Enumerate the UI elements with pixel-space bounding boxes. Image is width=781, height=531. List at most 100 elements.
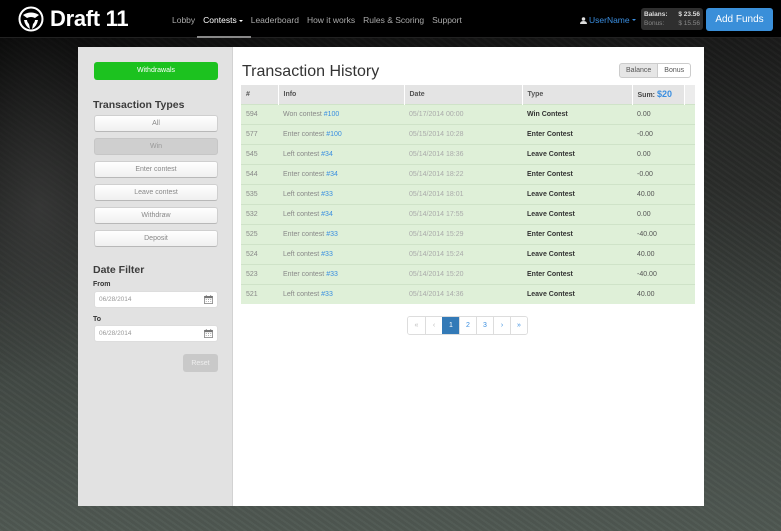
type-all-button[interactable]: All: [94, 115, 218, 132]
row-id: 523: [241, 263, 278, 284]
next-page-button[interactable]: ›: [493, 317, 510, 334]
top-navbar: Draft 11 Lobby Contests Leaderboard How …: [0, 0, 781, 38]
column-header-date[interactable]: Date: [404, 85, 523, 104]
brand-logo[interactable]: Draft 11: [18, 6, 129, 32]
sum-label: Sum:: [637, 92, 656, 100]
contest-link[interactable]: #33: [321, 191, 333, 198]
row-id: 535: [241, 183, 278, 204]
table-row: 523 Enter contest #33 05/14/2014 15:20 Ente…: [241, 263, 695, 284]
type-leave-contest-button[interactable]: Leave contest: [94, 184, 218, 201]
user-menu[interactable]: UserName: [580, 15, 636, 25]
row-gutter: [684, 123, 695, 144]
table-body: 594 Won contest #100 05/17/2014 00:00 Win C…: [241, 103, 695, 304]
contest-link[interactable]: #34: [321, 151, 333, 158]
row-date: 05/14/2014 17:55: [404, 203, 522, 224]
reset-button[interactable]: Reset: [183, 354, 218, 372]
to-date-input[interactable]: [95, 326, 195, 341]
row-info-text: Enter contest: [283, 130, 325, 138]
user-icon: [580, 16, 587, 24]
soccer-ball-icon: [18, 6, 44, 32]
table-row: 594 Won contest #100 05/17/2014 00:00 Win C…: [241, 103, 695, 124]
nav-leaderboard[interactable]: Leaderboard: [251, 0, 299, 38]
bonus-toggle-button[interactable]: Bonus: [658, 63, 692, 78]
nav-contests-label: Contests: [203, 15, 237, 25]
row-sum: -40.00: [632, 263, 684, 284]
table-row: 577 Enter contest #100 05/15/2014 10:28 Ent…: [241, 123, 695, 144]
type-deposit-button[interactable]: Deposit: [94, 230, 218, 247]
row-gutter: [684, 143, 695, 164]
row-info: Left contest #33: [278, 183, 404, 204]
sum-total: $20: [656, 89, 672, 100]
row-info-text: Left contest: [283, 210, 320, 218]
contest-link[interactable]: #100: [324, 111, 340, 118]
row-info: Left contest #34: [278, 203, 404, 224]
nav-lobby[interactable]: Lobby: [172, 0, 195, 38]
to-date-field[interactable]: [94, 325, 218, 342]
transactions-table: # Info Date Type Sum: $20 594 Won contest…: [241, 85, 695, 304]
page-1-button[interactable]: 1: [442, 317, 459, 334]
contest-link[interactable]: #34: [321, 211, 333, 218]
contest-link[interactable]: #33: [326, 271, 338, 278]
row-id: 594: [241, 103, 278, 124]
row-type: Leave Contest: [522, 203, 632, 224]
page-3-button[interactable]: 3: [476, 317, 493, 334]
bonus-row: Bonus: $ 15.56: [644, 19, 700, 28]
from-date-field[interactable]: [94, 291, 218, 308]
row-info: Enter contest #34: [278, 163, 404, 184]
contest-link[interactable]: #33: [326, 231, 338, 238]
balance-toggle-button[interactable]: Balance: [619, 63, 659, 78]
page-2-button[interactable]: 2: [459, 317, 476, 334]
row-sum: 0.00: [632, 103, 684, 124]
row-type: Leave Contest: [522, 183, 632, 204]
withdrawals-button[interactable]: Withdrawals: [94, 62, 218, 80]
row-gutter: [684, 243, 695, 264]
row-info-text: Enter contest: [283, 270, 325, 278]
nav-how-it-works[interactable]: How it works: [307, 0, 355, 38]
transaction-types-heading: Transaction Types: [93, 99, 185, 111]
column-header-type[interactable]: Type: [522, 85, 633, 104]
row-type: Leave Contest: [522, 143, 632, 164]
nav-rules-scoring[interactable]: Rules & Scoring: [363, 0, 424, 38]
column-header-id[interactable]: #: [241, 85, 279, 104]
row-type: Enter Contest: [522, 163, 632, 184]
caret-down-icon: [238, 19, 243, 22]
prev-page-button[interactable]: ‹: [425, 317, 442, 334]
row-info: Left contest #33: [278, 243, 404, 264]
row-type: Leave Contest: [522, 283, 632, 304]
nav-support[interactable]: Support: [432, 0, 462, 38]
row-info: Won contest #100: [278, 103, 404, 124]
row-info-text: Won contest: [283, 110, 322, 118]
row-sum: 40.00: [632, 243, 684, 264]
to-label: To: [93, 316, 102, 323]
row-sum: 40.00: [632, 183, 684, 204]
column-header-info[interactable]: Info: [278, 85, 405, 104]
row-id: 577: [241, 123, 278, 144]
contest-link[interactable]: #33: [321, 291, 333, 298]
sidebar: Withdrawals Transaction Types All Win En…: [78, 47, 233, 506]
bonus-label: Bonus:: [644, 20, 665, 27]
row-info-text: Left contest: [283, 190, 320, 198]
username: UserName: [589, 15, 630, 25]
calendar-icon[interactable]: [204, 295, 213, 304]
row-gutter: [684, 223, 695, 244]
row-date: 05/14/2014 18:22: [404, 163, 522, 184]
row-sum: -40.00: [632, 223, 684, 244]
contest-link[interactable]: #33: [321, 251, 333, 258]
contest-link[interactable]: #34: [326, 171, 338, 178]
type-enter-contest-button[interactable]: Enter contest: [94, 161, 218, 178]
from-date-input[interactable]: [95, 292, 195, 307]
type-withdraw-button[interactable]: Withdraw: [94, 207, 218, 224]
brand-name: Draft 11: [50, 6, 129, 31]
last-page-button[interactable]: »: [510, 317, 527, 334]
nav-contests[interactable]: Contests: [197, 0, 251, 38]
contest-link[interactable]: #100: [326, 131, 342, 138]
balance-row: Balans: $ 23.56: [644, 10, 700, 19]
column-header-sum[interactable]: Sum: $20: [632, 85, 685, 104]
first-page-button[interactable]: «: [408, 317, 425, 334]
type-win-button[interactable]: Win: [94, 138, 218, 155]
add-funds-button[interactable]: Add Funds: [706, 8, 773, 31]
calendar-icon[interactable]: [204, 329, 213, 338]
row-gutter: [684, 203, 695, 224]
row-sum: 40.00: [632, 283, 684, 304]
row-gutter: [684, 163, 695, 184]
